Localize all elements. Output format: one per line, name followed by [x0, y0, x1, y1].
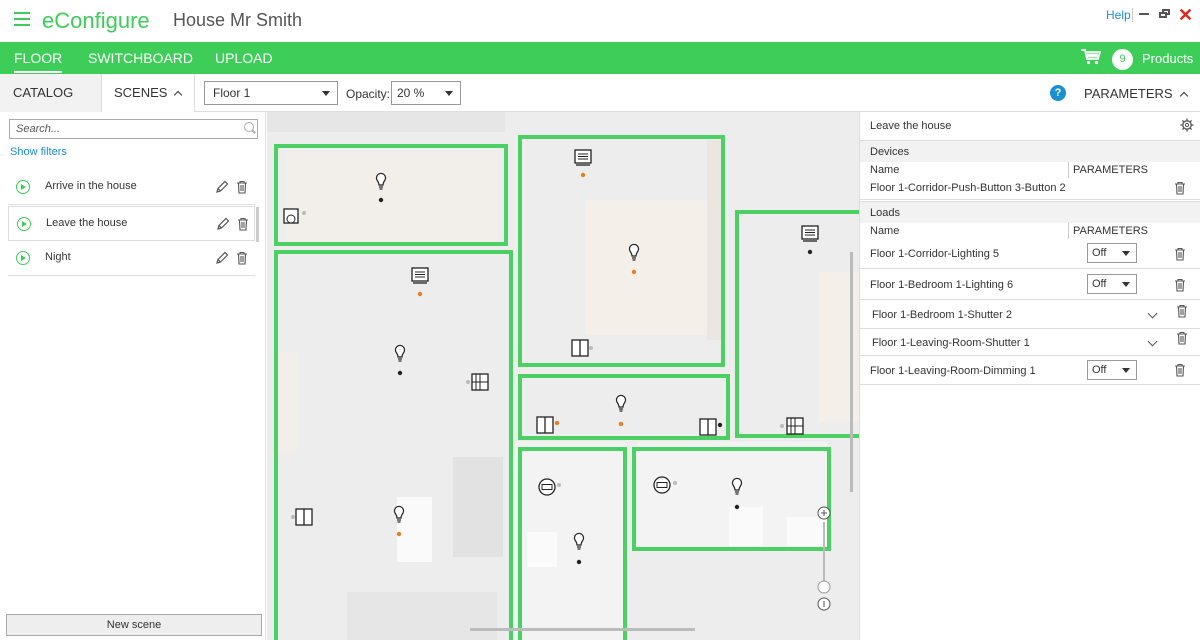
gear-icon[interactable] [1180, 118, 1194, 132]
tab-upload[interactable]: UPLOAD [215, 50, 273, 66]
toolbar: CATALOG SCENES [0, 74, 1200, 112]
dropdown-arrow-icon [445, 91, 453, 96]
toolbar-divider [194, 74, 195, 112]
load-state-select[interactable]: Off [1087, 243, 1137, 263]
scenes-panel: Search... Show filters Arrive in the hou… [0, 112, 266, 640]
cart-count-badge: 9 [1112, 49, 1133, 70]
load-name: Floor 1-Leaving-Room-Dimming 1 [870, 365, 1036, 377]
help-icon[interactable]: ? [1050, 85, 1066, 101]
title-bar: eConfigure House Mr Smith Help ✕ [0, 0, 1200, 42]
load-name: Floor 1-Leaving-Room-Shutter 1 [872, 337, 1030, 349]
loads-name-header: Name [870, 225, 900, 237]
search-input[interactable]: Search... [9, 119, 258, 139]
opacity-label: Opacity: [346, 87, 391, 101]
trash-icon[interactable] [1176, 331, 1188, 345]
scene-row[interactable]: Night [8, 241, 255, 276]
tab-parameters[interactable]: PARAMETERS [1084, 86, 1188, 101]
trash-icon[interactable] [1174, 363, 1186, 377]
dropdown-arrow-icon [1122, 282, 1130, 287]
scene-name: Leave the house [46, 217, 128, 229]
title-divider [1132, 8, 1133, 22]
pencil-icon[interactable] [215, 180, 229, 194]
chevron-down-icon[interactable] [1147, 336, 1158, 347]
floor-plan-drawing [267, 112, 859, 640]
tab-scenes-label: SCENES [114, 85, 168, 100]
dropdown-arrow-icon [1122, 251, 1130, 256]
app-window: eConfigure House Mr Smith Help ✕ FLOOR S… [0, 0, 1200, 640]
scene-name: Arrive in the house [45, 180, 137, 192]
pencil-icon[interactable] [216, 217, 230, 231]
scene-row[interactable]: Arrive in the house [8, 170, 255, 205]
scenes-scrollbar[interactable] [256, 207, 259, 242]
opacity-select-value: 20 % [397, 86, 425, 100]
chevron-down-icon[interactable] [1147, 308, 1158, 319]
scene-name: Night [45, 251, 71, 263]
tab-scenes[interactable]: SCENES [102, 74, 194, 112]
dropdown-arrow-icon [322, 91, 330, 96]
tab-catalog[interactable]: CATALOG [0, 74, 102, 112]
load-name: Floor 1-Bedroom 1-Shutter 2 [872, 309, 1013, 321]
parameters-panel: Leave the house Devices Name PARAMETERS F… [859, 112, 1200, 640]
load-row: Floor 1-Bedroom 1-Lighting 6 Off [860, 270, 1200, 300]
chevron-up-icon [1179, 91, 1188, 101]
devices-section: Devices [860, 140, 1200, 162]
close-icon[interactable]: ✕ [1178, 5, 1193, 26]
loads-parameters-header: PARAMETERS [1068, 223, 1148, 239]
load-row: Floor 1-Leaving-Room-Dimming 1 Off [860, 357, 1200, 385]
play-icon[interactable] [16, 180, 30, 194]
project-title: House Mr Smith [173, 10, 303, 30]
trash-icon[interactable] [236, 251, 248, 265]
trash-icon[interactable] [237, 217, 249, 231]
floor-plan-canvas[interactable] [267, 112, 859, 640]
show-filters-link[interactable]: Show filters [10, 146, 67, 158]
scene-title: Leave the house [870, 120, 952, 132]
restore-icon[interactable] [1159, 9, 1171, 19]
tab-switchboard[interactable]: SWITCHBOARD [88, 50, 193, 66]
loads-header: Name PARAMETERS [860, 223, 1200, 239]
load-row: Floor 1-Bedroom 1-Shutter 2 [860, 301, 1200, 329]
devices-parameters-header: PARAMETERS [1068, 162, 1148, 178]
hamburger-menu-icon[interactable] [14, 12, 30, 28]
floor-select[interactable]: Floor 1 [204, 81, 338, 105]
products-link[interactable]: Products [1142, 51, 1193, 66]
minimize-icon[interactable] [1139, 13, 1149, 15]
help-link[interactable]: Help [1106, 8, 1131, 22]
devices-header: Name PARAMETERS [860, 162, 1200, 178]
devices-name-header: Name [870, 164, 900, 176]
load-state-value: Off [1092, 278, 1107, 290]
device-name: Floor 1-Corridor-Push-Button 3-Button 2 [870, 182, 1066, 194]
loads-section: Loads [860, 201, 1200, 223]
dropdown-arrow-icon [1122, 368, 1130, 373]
load-state-select[interactable]: Off [1087, 274, 1137, 294]
new-scene-button[interactable]: New scene [6, 614, 262, 636]
trash-icon[interactable] [1174, 278, 1186, 292]
app-brand: eConfigure [42, 8, 150, 33]
main-nav: FLOOR SWITCHBOARD UPLOAD [0, 42, 1200, 74]
load-name: Floor 1-Bedroom 1-Lighting 6 [870, 279, 1014, 291]
load-name: Floor 1-Corridor-Lighting 5 [870, 248, 999, 260]
search-icon[interactable] [244, 122, 254, 132]
device-row: Floor 1-Corridor-Push-Button 3-Button 2 [860, 178, 1200, 200]
chevron-up-icon [174, 90, 183, 100]
cart-icon[interactable] [1081, 49, 1101, 65]
load-row: Floor 1-Corridor-Lighting 5 Off [860, 239, 1200, 269]
trash-icon[interactable] [1176, 304, 1188, 318]
tab-floor[interactable]: FLOOR [14, 50, 63, 73]
trash-icon[interactable] [1174, 181, 1186, 195]
play-icon[interactable] [16, 251, 30, 265]
floor-select-value: Floor 1 [213, 86, 251, 100]
opacity-select[interactable]: 20 % [391, 81, 461, 105]
trash-icon[interactable] [1174, 247, 1186, 261]
load-row: Floor 1-Leaving-Room-Shutter 1 [860, 330, 1200, 356]
tab-parameters-label: PARAMETERS [1084, 86, 1173, 101]
trash-icon[interactable] [236, 180, 248, 194]
load-state-value: Off [1092, 364, 1107, 376]
load-state-select[interactable]: Off [1087, 360, 1137, 380]
pencil-icon[interactable] [215, 251, 229, 265]
play-icon[interactable] [17, 217, 31, 231]
scene-row[interactable]: Leave the house [8, 206, 255, 241]
load-state-value: Off [1092, 247, 1107, 259]
